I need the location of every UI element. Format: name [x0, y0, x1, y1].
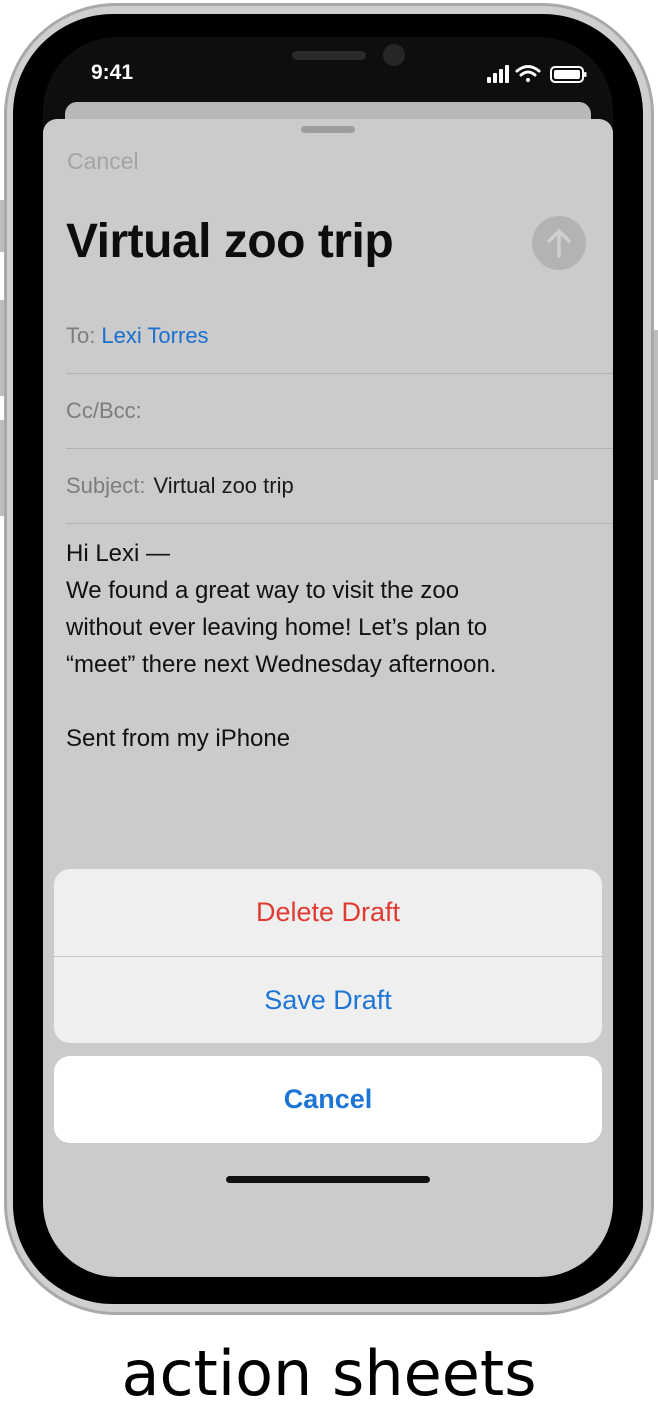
compose-title: Virtual zoo trip [66, 215, 394, 268]
delete-draft-button[interactable]: Delete Draft [54, 869, 602, 956]
save-draft-button[interactable]: Save Draft [54, 957, 602, 1043]
to-field[interactable]: To: Lexi Torres [66, 323, 209, 349]
subject-value[interactable]: Virtual zoo trip [154, 473, 294, 498]
cellular-signal-icon [487, 65, 509, 83]
cc-bcc-field[interactable]: Cc/Bcc: [66, 398, 142, 424]
caption: action sheets [121, 1337, 537, 1410]
cc-bcc-label: Cc/Bcc: [66, 398, 142, 423]
home-indicator[interactable] [226, 1176, 430, 1183]
message-body[interactable]: Hi Lexi — We found a great way to visit … [66, 535, 586, 757]
front-camera [383, 44, 405, 66]
status-bar: 9:41 [43, 37, 613, 103]
field-divider [66, 373, 613, 374]
compose-cancel-button[interactable]: Cancel [67, 148, 139, 175]
action-sheet-cancel-button[interactable]: Cancel [54, 1056, 602, 1143]
field-divider [66, 448, 613, 449]
wifi-icon [515, 65, 541, 82]
speaker-grille [292, 51, 366, 60]
body-line: without ever leaving home! Let’s plan to [66, 614, 488, 641]
body-line: Hi Lexi — [66, 540, 171, 567]
arrow-up-icon [547, 229, 571, 258]
body-blank-line [66, 683, 586, 720]
body-line: We found a great way to visit the zoo [66, 577, 460, 604]
sheet-grabber[interactable] [301, 126, 355, 133]
phone-screen: 9:41 Cancel Virtual zoo trip To: Lexi To… [43, 37, 613, 1277]
to-recipient[interactable]: Lexi Torres [101, 323, 208, 348]
send-button[interactable] [532, 216, 586, 270]
subject-label: Subject: [66, 473, 146, 498]
to-label: To: [66, 323, 96, 348]
action-sheet-group: Delete Draft Save Draft [54, 869, 602, 1043]
status-icons [487, 65, 587, 83]
battery-icon [550, 66, 587, 83]
status-time: 9:41 [91, 61, 134, 84]
field-divider [66, 523, 613, 524]
body-line: “meet” there next Wednesday afternoon. [66, 651, 497, 678]
subject-field[interactable]: Subject: Virtual zoo trip [66, 473, 294, 499]
signature-line: Sent from my iPhone [66, 725, 291, 752]
